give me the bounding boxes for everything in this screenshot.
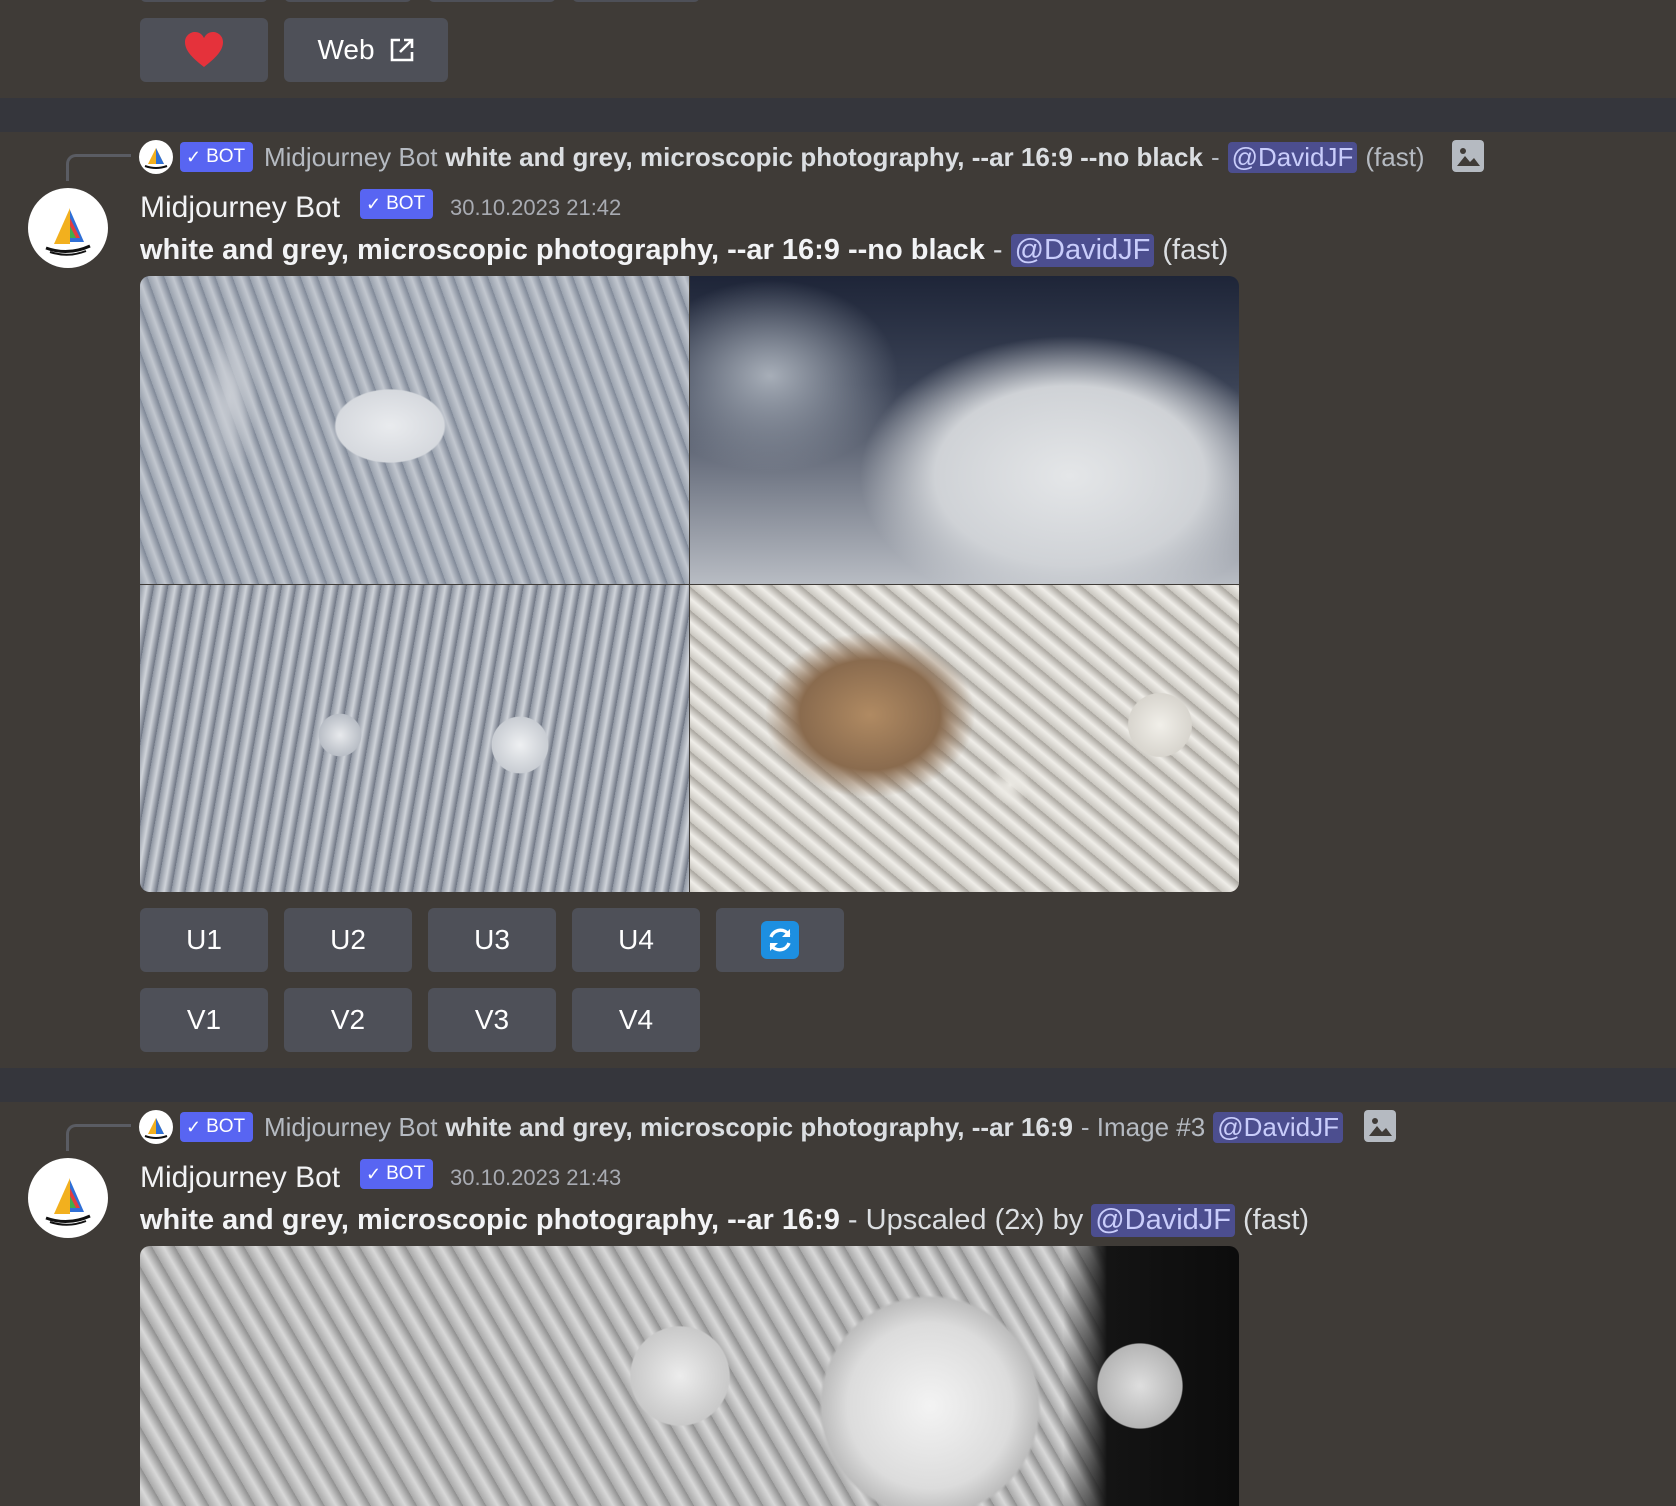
bot-tag: ✓ BOT (360, 189, 434, 219)
reply-prompt: white and grey, microscopic photography,… (445, 141, 1203, 172)
bot-tag: ✓ BOT (360, 1159, 434, 1189)
grid-image-4[interactable] (690, 585, 1239, 892)
upscaled-image[interactable] (140, 1246, 1239, 1506)
reply-mention[interactable]: @DavidJF (1227, 141, 1358, 173)
message-separator (0, 98, 1676, 132)
reply-bot-tag: ✓ BOT (180, 142, 254, 172)
content-prompt: white and grey, microscopic photography,… (140, 233, 985, 266)
variation-label: V3 (474, 1004, 510, 1035)
reply-mention[interactable]: @DavidJF (1213, 1111, 1343, 1143)
favorite-button[interactable] (140, 18, 268, 82)
reply-author[interactable]: Midjourney Bot (264, 1112, 437, 1143)
content-middle: - Upscaled (2x) by (847, 1203, 1084, 1236)
reply-bot-tag-label: BOT (206, 146, 246, 167)
content-suffix: (fast) (1162, 233, 1229, 266)
reroll-button[interactable] (716, 908, 844, 972)
reply-connector (66, 154, 131, 181)
variation-button-v3[interactable]: V3 (428, 988, 556, 1052)
content-separator: - (992, 233, 1003, 266)
message-header: Midjourney Bot (140, 1156, 340, 1200)
timestamp-text: 30.10.2023 21:43 (450, 1165, 622, 1190)
variation-button-v1[interactable]: V1 (140, 988, 268, 1052)
message-separator (0, 1068, 1676, 1102)
reply-separator: - (1210, 141, 1220, 172)
upscale-label: U1 (186, 924, 222, 955)
bot-avatar[interactable] (28, 1158, 108, 1238)
message-content: white and grey, microscopic photography,… (140, 228, 1228, 272)
web-link-button[interactable]: Web (284, 18, 448, 82)
upscale-button-u4[interactable]: U4 (572, 908, 700, 972)
grid-image-2[interactable] (690, 276, 1239, 584)
web-link-label: Web (317, 34, 375, 65)
content-mention[interactable]: @DavidJF (1010, 233, 1155, 267)
reply-preview[interactable]: Midjourney Bot white and grey, microscop… (264, 1108, 1343, 1146)
reply-suffix: (fast) (1365, 141, 1425, 172)
partial-button-1[interactable] (140, 0, 268, 2)
heart-icon (185, 32, 223, 67)
partial-button-3[interactable] (428, 0, 556, 2)
bot-tag-label: BOT (386, 193, 426, 214)
reply-avatar (139, 140, 173, 174)
verified-check-icon: ✓ (366, 1163, 382, 1184)
partial-button-4[interactable] (572, 0, 700, 2)
variation-button-v2[interactable]: V2 (284, 988, 412, 1052)
timestamp[interactable]: 30.10.2023 21:43 (450, 1164, 621, 1192)
content-prompt: white and grey, microscopic photography,… (140, 1203, 840, 1236)
upscale-button-u1[interactable]: U1 (140, 908, 268, 972)
grid-image-1[interactable] (140, 276, 689, 584)
reply-middle: - Image #3 (1080, 1111, 1206, 1142)
verified-check-icon: ✓ (366, 193, 382, 214)
upscale-label: U2 (330, 924, 366, 955)
image-icon (1364, 1110, 1396, 1142)
image-icon (1452, 140, 1484, 172)
reply-bot-tag-label: BOT (206, 1116, 246, 1137)
variation-label: V2 (330, 1004, 366, 1035)
author-name[interactable]: Midjourney Bot (140, 1161, 340, 1195)
author-name[interactable]: Midjourney Bot (140, 191, 340, 225)
verified-check-icon: ✓ (186, 1116, 202, 1137)
grid-image-3[interactable] (140, 585, 689, 892)
message-content: white and grey, microscopic photography,… (140, 1198, 1309, 1242)
bot-avatar[interactable] (28, 188, 108, 268)
upscale-button-u3[interactable]: U3 (428, 908, 556, 972)
reply-avatar (139, 1110, 173, 1144)
refresh-icon (761, 921, 799, 959)
bot-tag-label: BOT (386, 1163, 426, 1184)
upscale-label: U4 (618, 924, 654, 955)
upscale-button-u2[interactable]: U2 (284, 908, 412, 972)
message-header: Midjourney Bot (140, 186, 340, 230)
external-link-icon (390, 38, 413, 62)
reply-preview[interactable]: Midjourney Bot white and grey, microscop… (264, 138, 1425, 176)
timestamp-text: 30.10.2023 21:42 (450, 195, 622, 220)
partial-button-2[interactable] (284, 0, 412, 2)
content-mention[interactable]: @DavidJF (1091, 1203, 1236, 1237)
reply-prompt: white and grey, microscopic photography,… (445, 1111, 1073, 1142)
verified-check-icon: ✓ (186, 146, 202, 167)
content-suffix: (fast) (1243, 1203, 1310, 1236)
reply-bot-tag: ✓ BOT (180, 1112, 254, 1142)
variation-button-v4[interactable]: V4 (572, 988, 700, 1052)
reply-author[interactable]: Midjourney Bot (264, 142, 437, 173)
upscale-label: U3 (474, 924, 510, 955)
variation-label: V1 (186, 1004, 222, 1035)
timestamp[interactable]: 30.10.2023 21:42 (450, 194, 621, 222)
image-grid[interactable] (140, 276, 1239, 892)
reply-connector (66, 1124, 131, 1151)
variation-label: V4 (618, 1004, 654, 1035)
